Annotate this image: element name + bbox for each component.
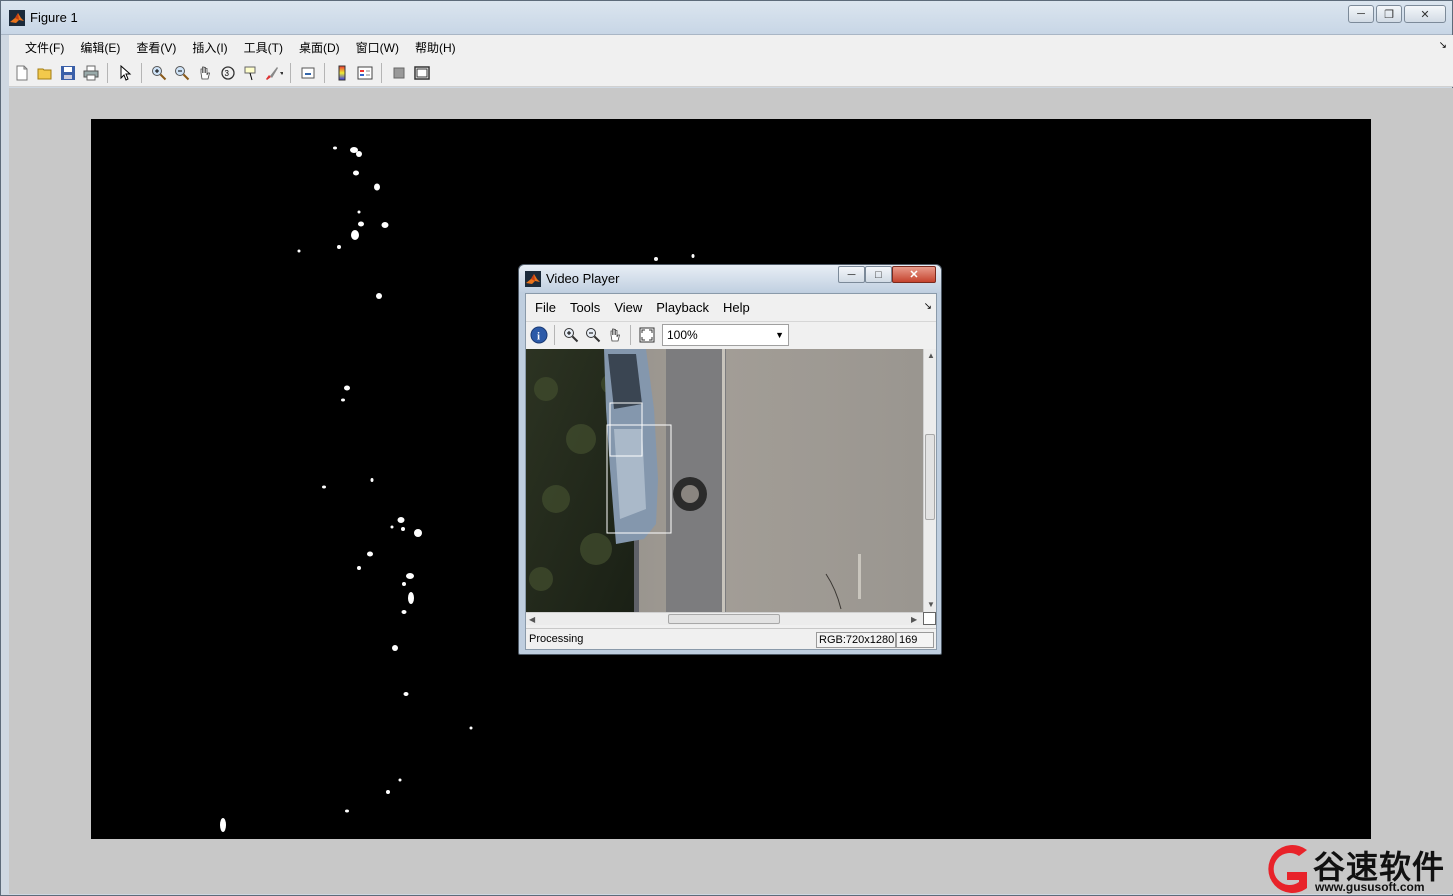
link-plot-icon[interactable] xyxy=(298,63,317,82)
fit-to-window-icon[interactable] xyxy=(637,326,656,345)
brush-icon[interactable] xyxy=(264,63,283,82)
figure-menu-bar: 文件(F) 编辑(E) 查看(V) 插入(I) 工具(T) 桌面(D) 窗口(W… xyxy=(9,35,1453,59)
colorbar-icon[interactable] xyxy=(332,63,351,82)
maximize-icon: □ xyxy=(875,268,882,281)
vp-menu-view[interactable]: View xyxy=(607,300,649,315)
toolbar-separator xyxy=(630,325,631,345)
zoom-out-icon[interactable] xyxy=(583,326,602,345)
close-button[interactable]: ✕ xyxy=(1404,5,1446,23)
vp-close-button[interactable]: ✕ xyxy=(892,266,936,283)
restore-icon: ❐ xyxy=(1384,8,1394,21)
video-player-title-bar[interactable]: Video Player ─ □ ✕ xyxy=(519,265,941,292)
restore-button[interactable]: ❐ xyxy=(1376,5,1402,23)
open-file-icon[interactable] xyxy=(35,63,54,82)
figure-title-bar[interactable]: Figure 1 ─ ❐ ✕ xyxy=(1,1,1452,35)
vp-minimize-button[interactable]: ─ xyxy=(838,266,865,283)
vp-maximize-button[interactable]: □ xyxy=(865,266,892,283)
zoom-in-icon[interactable] xyxy=(561,326,580,345)
zoom-in-icon[interactable] xyxy=(149,63,168,82)
close-icon: ✕ xyxy=(909,269,919,281)
vertical-scrollbar[interactable]: ▲ ▼ xyxy=(923,349,936,612)
show-plot-tools-icon[interactable] xyxy=(412,63,431,82)
toolbar-separator xyxy=(290,62,291,83)
hide-plot-tools-icon[interactable] xyxy=(389,63,408,82)
toolbar-separator xyxy=(324,62,325,83)
vp-menu-playback[interactable]: Playback xyxy=(649,300,716,315)
video-player-toolbar: i 100% ▼ xyxy=(526,321,936,348)
minimize-button[interactable]: ─ xyxy=(1348,5,1374,23)
menu-view[interactable]: 查看(V) xyxy=(128,39,184,56)
menu-window[interactable]: 窗口(W) xyxy=(348,39,407,56)
dock-arrow-icon[interactable]: ↘ xyxy=(924,301,932,312)
video-frame-viewport[interactable]: ▲ ▼ ◀ ▶ xyxy=(526,349,936,627)
minimize-icon: ─ xyxy=(847,268,856,281)
scroll-up-icon[interactable]: ▲ xyxy=(927,351,935,360)
menu-desktop[interactable]: 桌面(D) xyxy=(291,39,348,56)
pan-hand-icon[interactable] xyxy=(195,63,214,82)
zoom-out-icon[interactable] xyxy=(172,63,191,82)
vp-menu-tools[interactable]: Tools xyxy=(563,300,607,315)
rotate-3d-icon[interactable]: 3 xyxy=(218,63,237,82)
scroll-left-icon[interactable]: ◀ xyxy=(529,615,535,624)
frame-number-field: 169 xyxy=(896,632,934,648)
menu-tools[interactable]: 工具(T) xyxy=(236,39,291,56)
figure-toolbar: 3 xyxy=(9,59,1453,87)
video-player-menu-bar: File Tools View Playback Help ↘ xyxy=(526,294,936,320)
menu-insert[interactable]: 插入(I) xyxy=(184,39,235,56)
vp-menu-help[interactable]: Help xyxy=(716,300,757,315)
vp-menu-file[interactable]: File xyxy=(528,300,563,315)
watermark: 谷速软件 www.gususoft.com xyxy=(1257,840,1453,896)
video-frame-image xyxy=(526,349,923,612)
zoom-level-value: 100% xyxy=(667,328,698,342)
data-cursor-icon[interactable] xyxy=(241,63,260,82)
info-icon[interactable]: i xyxy=(529,326,548,345)
legend-icon[interactable] xyxy=(355,63,374,82)
new-figure-icon[interactable] xyxy=(12,63,31,82)
toolbar-separator xyxy=(381,62,382,83)
scrollbar-corner xyxy=(923,612,936,625)
close-icon: ✕ xyxy=(1420,8,1430,21)
toolbar-separator xyxy=(141,62,142,83)
horizontal-scrollbar[interactable]: ◀ ▶ xyxy=(526,612,923,625)
minimize-icon: ─ xyxy=(1357,8,1365,20)
chevron-down-icon: ▼ xyxy=(775,330,784,340)
scroll-right-icon[interactable]: ▶ xyxy=(911,615,917,624)
toolbar-separator xyxy=(554,325,555,345)
video-frame xyxy=(526,349,923,612)
figure-title: Figure 1 xyxy=(30,10,78,25)
toolbar-separator xyxy=(107,62,108,83)
save-icon[interactable] xyxy=(58,63,77,82)
menu-help[interactable]: 帮助(H) xyxy=(407,39,464,56)
menu-edit[interactable]: 编辑(E) xyxy=(72,39,128,56)
menu-file[interactable]: 文件(F) xyxy=(17,39,72,56)
scroll-down-icon[interactable]: ▼ xyxy=(927,600,935,609)
pan-hand-icon[interactable] xyxy=(605,326,624,345)
video-player-title: Video Player xyxy=(546,271,620,286)
zoom-level-select[interactable]: 100% ▼ xyxy=(662,324,789,346)
vertical-scroll-thumb[interactable] xyxy=(925,434,935,520)
dock-arrow-icon[interactable]: ↘ xyxy=(1439,40,1447,51)
status-text: Processing xyxy=(529,633,584,645)
matlab-logo-icon xyxy=(525,271,541,287)
video-player-status-bar: Processing RGB:720x1280 169 xyxy=(526,628,936,649)
print-icon[interactable] xyxy=(81,63,100,82)
edit-plot-arrow-icon[interactable] xyxy=(115,63,134,82)
video-player-body: File Tools View Playback Help ↘ i 100% ▼ xyxy=(525,293,937,650)
gususoft-logo-icon xyxy=(1268,845,1307,893)
svg-text:i: i xyxy=(537,331,540,343)
matlab-logo-icon xyxy=(9,10,25,26)
image-info-field: RGB:720x1280 xyxy=(816,632,896,648)
video-player-window: Video Player ─ □ ✕ File Tools View Playb… xyxy=(518,264,942,655)
watermark-url: www.gususoft.com xyxy=(1315,880,1425,894)
horizontal-scroll-thumb[interactable] xyxy=(668,614,780,624)
svg-text:3: 3 xyxy=(224,69,229,78)
